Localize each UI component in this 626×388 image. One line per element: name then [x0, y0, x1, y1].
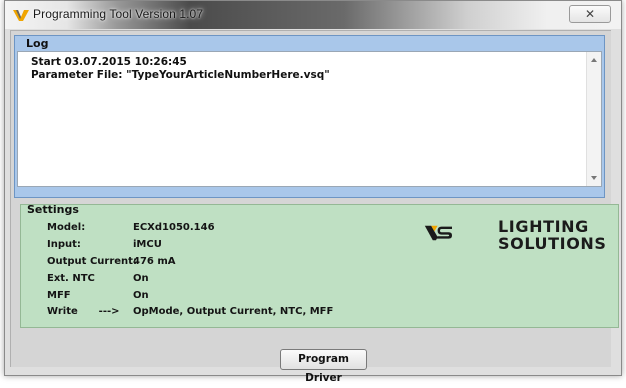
setting-label-output-current: Output Current: [47, 256, 137, 267]
setting-label-ext-ntc: Ext. NTC [47, 273, 95, 284]
settings-label: Settings [27, 203, 79, 216]
window-title: Programming Tool Version 1.07 [33, 7, 204, 21]
close-icon: ✕ [584, 7, 596, 21]
setting-label-input: Input: [47, 239, 81, 250]
scroll-up-arrow-icon[interactable] [591, 58, 597, 62]
log-label: Log [26, 37, 49, 50]
vs-logo [424, 225, 452, 241]
setting-value-output-current: 476 mA [133, 256, 176, 267]
setting-label-mff: MFF [47, 290, 71, 301]
app-icon [13, 10, 29, 21]
logo-text-solutions: SOLUTIONS [498, 234, 607, 253]
scroll-down-arrow-icon[interactable] [591, 176, 597, 180]
program-driver-button[interactable]: Program Driver [280, 349, 367, 384]
setting-label-write: Write ---> [47, 306, 120, 317]
log-scrollbar[interactable] [586, 52, 601, 186]
close-button[interactable]: ✕ [569, 5, 611, 23]
setting-value-mff: On [133, 290, 149, 301]
log-line: Start 03.07.2015 10:26:45 [31, 56, 187, 68]
log-textarea[interactable]: Start 03.07.2015 10:26:45 Parameter File… [17, 51, 602, 187]
setting-value-input: iMCU [133, 239, 162, 250]
log-line: Parameter File: "TypeYourArticleNumberHe… [31, 69, 330, 81]
setting-value-write: OpMode, Output Current, NTC, MFF [133, 306, 334, 317]
setting-value-ext-ntc: On [133, 273, 149, 284]
title-bar[interactable]: Programming Tool Version 1.07 ✕ [5, 1, 621, 29]
setting-value-model: ECXd1050.146 [133, 222, 215, 233]
setting-label-model: Model: [47, 222, 86, 233]
